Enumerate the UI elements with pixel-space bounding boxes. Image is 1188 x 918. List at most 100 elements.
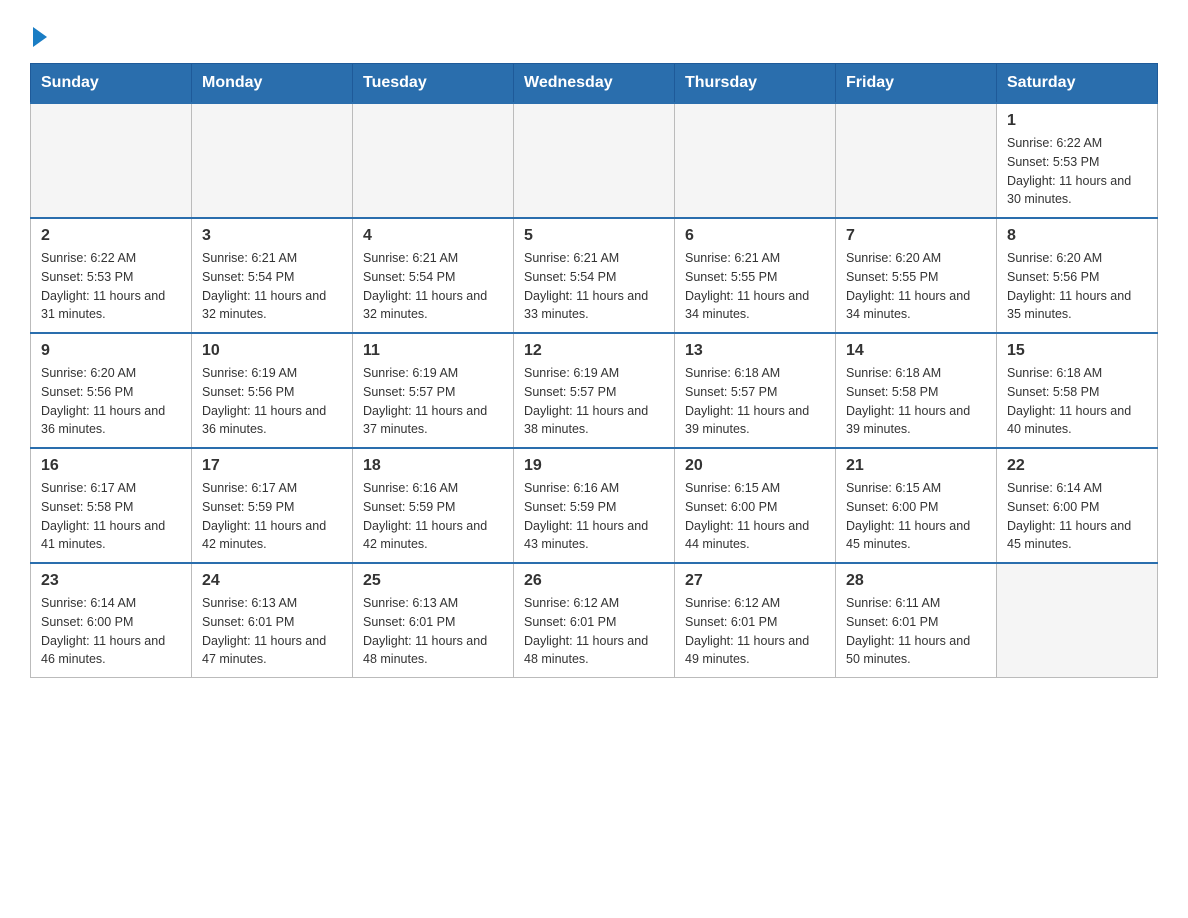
calendar-cell: 12 Sunrise: 6:19 AM Sunset: 5:57 PM Dayli… [514, 333, 675, 448]
day-number: 7 [846, 227, 986, 245]
calendar-cell: 10 Sunrise: 6:19 AM Sunset: 5:56 PM Dayli… [192, 333, 353, 448]
day-info: Sunrise: 6:22 AM Sunset: 5:53 PM Dayligh… [1007, 134, 1147, 209]
day-number: 24 [202, 572, 342, 590]
calendar-cell [31, 103, 192, 218]
day-number: 17 [202, 457, 342, 475]
day-number: 20 [685, 457, 825, 475]
calendar-table: SundayMondayTuesdayWednesdayThursdayFrid… [30, 63, 1158, 678]
calendar-cell: 2Sunrise: 6:22 AM Sunset: 5:53 PM Daylig… [31, 218, 192, 333]
day-info: Sunrise: 6:16 AM Sunset: 5:59 PM Dayligh… [524, 479, 664, 554]
day-number: 5 [524, 227, 664, 245]
calendar-week-row: 16Sunrise: 6:17 AM Sunset: 5:58 PM Dayli… [31, 448, 1158, 563]
calendar-cell: 26 Sunrise: 6:12 AM Sunset: 6:01 PM Dayli… [514, 563, 675, 678]
calendar-cell: 8 Sunrise: 6:20 AM Sunset: 5:56 PM Daylig… [997, 218, 1158, 333]
day-number: 15 [1007, 342, 1147, 360]
day-number: 21 [846, 457, 986, 475]
calendar-cell: 9 Sunrise: 6:20 AM Sunset: 5:56 PM Daylig… [31, 333, 192, 448]
day-number: 6 [685, 227, 825, 245]
calendar-week-row: 1Sunrise: 6:22 AM Sunset: 5:53 PM Daylig… [31, 103, 1158, 218]
day-info: Sunrise: 6:19 AM Sunset: 5:57 PM Dayligh… [363, 364, 503, 439]
weekday-header-monday: Monday [192, 64, 353, 104]
calendar-week-row: 23 Sunrise: 6:14 AM Sunset: 6:00 PM Dayli… [31, 563, 1158, 678]
logo [30, 20, 47, 43]
calendar-cell [997, 563, 1158, 678]
day-info: Sunrise: 6:12 AM Sunset: 6:01 PM Dayligh… [685, 594, 825, 669]
calendar-cell: 20 Sunrise: 6:15 AM Sunset: 6:00 PM Dayli… [675, 448, 836, 563]
calendar-week-row: 2Sunrise: 6:22 AM Sunset: 5:53 PM Daylig… [31, 218, 1158, 333]
day-number: 4 [363, 227, 503, 245]
calendar-cell: 22 Sunrise: 6:14 AM Sunset: 6:00 PM Dayli… [997, 448, 1158, 563]
calendar-cell [836, 103, 997, 218]
day-info: Sunrise: 6:11 AM Sunset: 6:01 PM Dayligh… [846, 594, 986, 669]
day-number: 8 [1007, 227, 1147, 245]
day-number: 11 [363, 342, 503, 360]
day-info: Sunrise: 6:14 AM Sunset: 6:00 PM Dayligh… [41, 594, 181, 669]
calendar-cell: 27 Sunrise: 6:12 AM Sunset: 6:01 PM Dayli… [675, 563, 836, 678]
day-number: 10 [202, 342, 342, 360]
day-number: 18 [363, 457, 503, 475]
calendar-cell: 21 Sunrise: 6:15 AM Sunset: 6:00 PM Dayli… [836, 448, 997, 563]
calendar-cell: 16Sunrise: 6:17 AM Sunset: 5:58 PM Dayli… [31, 448, 192, 563]
day-info: Sunrise: 6:21 AM Sunset: 5:54 PM Dayligh… [363, 249, 503, 324]
day-info: Sunrise: 6:22 AM Sunset: 5:53 PM Dayligh… [41, 249, 181, 324]
calendar-cell: 3 Sunrise: 6:21 AM Sunset: 5:54 PM Daylig… [192, 218, 353, 333]
calendar-cell: 15 Sunrise: 6:18 AM Sunset: 5:58 PM Dayli… [997, 333, 1158, 448]
calendar-cell [192, 103, 353, 218]
day-number: 12 [524, 342, 664, 360]
day-number: 13 [685, 342, 825, 360]
calendar-cell: 5 Sunrise: 6:21 AM Sunset: 5:54 PM Daylig… [514, 218, 675, 333]
weekday-header-sunday: Sunday [31, 64, 192, 104]
calendar-cell: 23 Sunrise: 6:14 AM Sunset: 6:00 PM Dayli… [31, 563, 192, 678]
calendar-cell: 24 Sunrise: 6:13 AM Sunset: 6:01 PM Dayli… [192, 563, 353, 678]
weekday-header-friday: Friday [836, 64, 997, 104]
logo-arrow-icon [33, 27, 47, 47]
day-info: Sunrise: 6:20 AM Sunset: 5:55 PM Dayligh… [846, 249, 986, 324]
day-info: Sunrise: 6:12 AM Sunset: 6:01 PM Dayligh… [524, 594, 664, 669]
day-number: 9 [41, 342, 181, 360]
day-info: Sunrise: 6:13 AM Sunset: 6:01 PM Dayligh… [202, 594, 342, 669]
day-info: Sunrise: 6:17 AM Sunset: 5:59 PM Dayligh… [202, 479, 342, 554]
day-number: 19 [524, 457, 664, 475]
calendar-cell: 11 Sunrise: 6:19 AM Sunset: 5:57 PM Dayli… [353, 333, 514, 448]
calendar-cell: 4 Sunrise: 6:21 AM Sunset: 5:54 PM Daylig… [353, 218, 514, 333]
day-info: Sunrise: 6:15 AM Sunset: 6:00 PM Dayligh… [685, 479, 825, 554]
calendar-cell: 25 Sunrise: 6:13 AM Sunset: 6:01 PM Dayli… [353, 563, 514, 678]
calendar-week-row: 9 Sunrise: 6:20 AM Sunset: 5:56 PM Daylig… [31, 333, 1158, 448]
day-number: 27 [685, 572, 825, 590]
day-info: Sunrise: 6:21 AM Sunset: 5:54 PM Dayligh… [524, 249, 664, 324]
day-number: 23 [41, 572, 181, 590]
calendar-cell: 18 Sunrise: 6:16 AM Sunset: 5:59 PM Dayli… [353, 448, 514, 563]
calendar-cell: 19 Sunrise: 6:16 AM Sunset: 5:59 PM Dayli… [514, 448, 675, 563]
day-info: Sunrise: 6:16 AM Sunset: 5:59 PM Dayligh… [363, 479, 503, 554]
day-number: 22 [1007, 457, 1147, 475]
day-info: Sunrise: 6:14 AM Sunset: 6:00 PM Dayligh… [1007, 479, 1147, 554]
weekday-header-tuesday: Tuesday [353, 64, 514, 104]
day-number: 3 [202, 227, 342, 245]
day-number: 28 [846, 572, 986, 590]
weekday-header-saturday: Saturday [997, 64, 1158, 104]
day-info: Sunrise: 6:20 AM Sunset: 5:56 PM Dayligh… [1007, 249, 1147, 324]
calendar-cell: 7 Sunrise: 6:20 AM Sunset: 5:55 PM Daylig… [836, 218, 997, 333]
day-info: Sunrise: 6:20 AM Sunset: 5:56 PM Dayligh… [41, 364, 181, 439]
day-info: Sunrise: 6:21 AM Sunset: 5:55 PM Dayligh… [685, 249, 825, 324]
day-info: Sunrise: 6:19 AM Sunset: 5:57 PM Dayligh… [524, 364, 664, 439]
day-info: Sunrise: 6:17 AM Sunset: 5:58 PM Dayligh… [41, 479, 181, 554]
calendar-cell: 6 Sunrise: 6:21 AM Sunset: 5:55 PM Daylig… [675, 218, 836, 333]
calendar-cell [514, 103, 675, 218]
day-info: Sunrise: 6:19 AM Sunset: 5:56 PM Dayligh… [202, 364, 342, 439]
calendar-cell: 17 Sunrise: 6:17 AM Sunset: 5:59 PM Dayli… [192, 448, 353, 563]
day-number: 25 [363, 572, 503, 590]
weekday-header-thursday: Thursday [675, 64, 836, 104]
calendar-cell: 13 Sunrise: 6:18 AM Sunset: 5:57 PM Dayli… [675, 333, 836, 448]
day-info: Sunrise: 6:18 AM Sunset: 5:58 PM Dayligh… [1007, 364, 1147, 439]
day-info: Sunrise: 6:18 AM Sunset: 5:58 PM Dayligh… [846, 364, 986, 439]
calendar-cell [675, 103, 836, 218]
day-info: Sunrise: 6:15 AM Sunset: 6:00 PM Dayligh… [846, 479, 986, 554]
day-info: Sunrise: 6:21 AM Sunset: 5:54 PM Dayligh… [202, 249, 342, 324]
calendar-header-row: SundayMondayTuesdayWednesdayThursdayFrid… [31, 64, 1158, 104]
day-info: Sunrise: 6:18 AM Sunset: 5:57 PM Dayligh… [685, 364, 825, 439]
calendar-cell: 1Sunrise: 6:22 AM Sunset: 5:53 PM Daylig… [997, 103, 1158, 218]
day-info: Sunrise: 6:13 AM Sunset: 6:01 PM Dayligh… [363, 594, 503, 669]
calendar-cell: 14Sunrise: 6:18 AM Sunset: 5:58 PM Dayli… [836, 333, 997, 448]
day-number: 26 [524, 572, 664, 590]
